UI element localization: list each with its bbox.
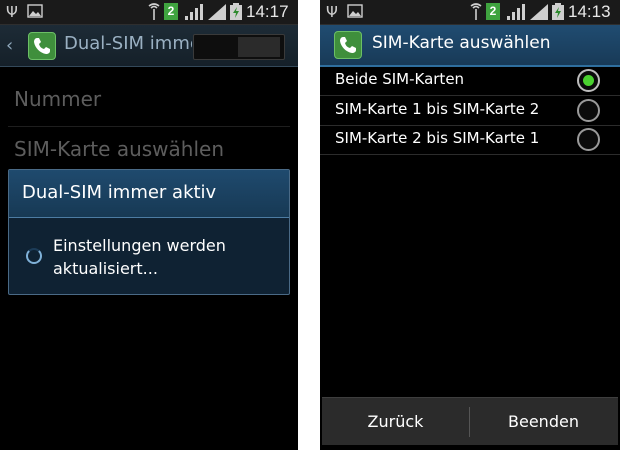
left-phone-screen: Ψ 2 14:17 ‹ Dual-SIM imme Nummer SIM-Kar… <box>0 0 298 450</box>
radio-button[interactable] <box>577 99 600 122</box>
settings-item-sim-select[interactable]: SIM-Karte auswählen <box>14 137 224 161</box>
signal-icon <box>184 3 204 21</box>
signal-icon <box>529 3 549 21</box>
dual-sim-toggle[interactable] <box>193 34 285 60</box>
dialog-title: SIM-Karte auswählen <box>372 33 551 53</box>
option-label: SIM-Karte 2 bis SIM-Karte 1 <box>335 129 540 147</box>
toggle-thumb[interactable] <box>238 37 280 57</box>
option-label: SIM-Karte 1 bis SIM-Karte 2 <box>335 100 540 118</box>
back-chevron-icon[interactable]: ‹ <box>6 35 13 56</box>
phone-icon[interactable] <box>28 32 56 60</box>
antenna-icon <box>147 3 161 21</box>
usb-icon: Ψ <box>6 3 18 21</box>
radio-dot <box>583 75 594 86</box>
battery-charging-icon <box>551 3 565 21</box>
dialog-header: Dual-SIM immer aktiv <box>9 170 289 218</box>
option-label: Beide SIM-Karten <box>335 70 465 88</box>
option-sim1-to-sim2[interactable]: SIM-Karte 1 bis SIM-Karte 2 <box>320 96 620 126</box>
sim-badge: 2 <box>164 3 178 20</box>
radio-button-selected[interactable] <box>577 69 600 92</box>
battery-charging-icon <box>229 3 243 21</box>
antenna-icon <box>469 3 483 21</box>
app-title: Dual-SIM imme <box>64 33 192 54</box>
button-bar: Zurück Beenden <box>322 397 618 445</box>
usb-icon: Ψ <box>326 3 338 21</box>
divider <box>8 126 290 127</box>
sim-badge: 2 <box>486 3 500 20</box>
clock: 14:13 <box>568 2 611 21</box>
loading-spinner-icon <box>26 248 42 264</box>
back-button[interactable]: Zurück <box>322 398 469 445</box>
phone-icon <box>334 31 362 59</box>
signal-icon <box>506 3 526 21</box>
status-bar: Ψ 2 14:17 <box>0 0 298 25</box>
settings-item-nummer[interactable]: Nummer <box>14 87 101 111</box>
dialog-title-bar: SIM-Karte auswählen <box>320 25 620 67</box>
option-both-sims[interactable]: Beide SIM-Karten <box>320 66 620 96</box>
dialog-message: Einstellungen werden aktualisiert... <box>53 236 226 278</box>
right-phone-screen: Ψ 2 14:13 SIM-Karte auswählen Beide SIM-… <box>320 0 620 450</box>
image-icon <box>27 3 43 21</box>
option-sim2-to-sim1[interactable]: SIM-Karte 2 bis SIM-Karte 1 <box>320 125 620 155</box>
signal-icon <box>207 3 227 21</box>
finish-button[interactable]: Beenden <box>470 398 617 445</box>
clock: 14:17 <box>246 2 289 21</box>
radio-button[interactable] <box>577 128 600 151</box>
status-bar: Ψ 2 14:13 <box>320 0 620 25</box>
app-bar: ‹ Dual-SIM imme <box>0 25 298 67</box>
dialog-title: Dual-SIM immer aktiv <box>22 182 217 203</box>
progress-dialog: Dual-SIM immer aktiv Einstellungen werde… <box>8 169 290 295</box>
image-icon <box>347 3 363 21</box>
